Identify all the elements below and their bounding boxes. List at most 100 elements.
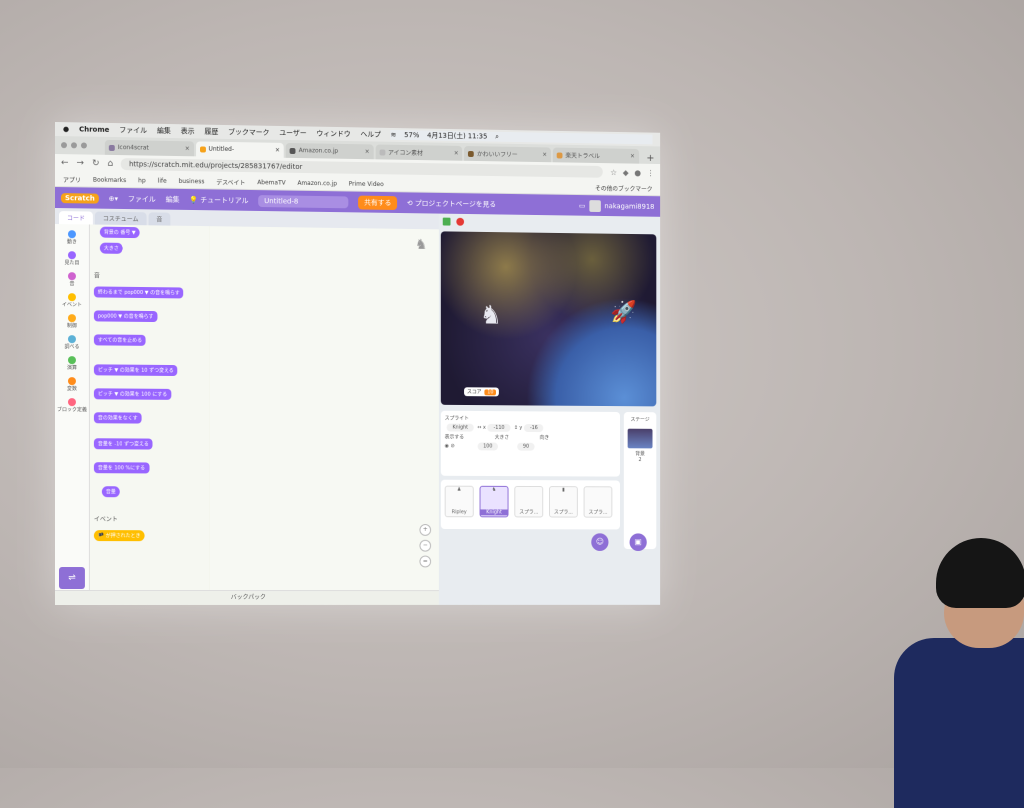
zoom-out-icon[interactable]: − bbox=[419, 540, 431, 552]
edit-menu[interactable]: 編集 bbox=[166, 195, 180, 205]
menu-item[interactable]: ウィンドウ bbox=[316, 129, 350, 139]
category-item[interactable]: イベント bbox=[55, 293, 89, 308]
browser-tab[interactable]: Icon4scrat × bbox=[105, 140, 194, 156]
sprite-tile-selected[interactable]: ♞ Knight bbox=[480, 486, 509, 518]
zoom-window-button[interactable] bbox=[81, 142, 87, 148]
profile-icon[interactable]: ● bbox=[634, 168, 641, 177]
green-flag-icon[interactable] bbox=[443, 218, 451, 226]
category-item[interactable]: 制御 bbox=[55, 314, 89, 329]
bookmark-item[interactable]: hp bbox=[138, 177, 146, 184]
tab-costumes[interactable]: コスチューム bbox=[95, 212, 147, 226]
palette-block[interactable]: 大きさ bbox=[100, 243, 123, 254]
browser-tab-active[interactable]: Untitled- × bbox=[196, 141, 284, 157]
backpack[interactable]: バックパック bbox=[55, 590, 439, 605]
x-input[interactable]: -110 bbox=[488, 424, 511, 432]
palette-block[interactable]: 音量 bbox=[102, 486, 120, 497]
star-icon[interactable]: ☆ bbox=[610, 168, 617, 177]
sprite-tile[interactable]: スプラ... bbox=[584, 486, 613, 517]
category-item[interactable]: ブロック定義 bbox=[55, 398, 89, 413]
user-menu[interactable]: ▭ nakagami8918 bbox=[579, 200, 655, 213]
my-stuff-icon[interactable]: ▭ bbox=[579, 202, 585, 210]
category-item[interactable]: 変数 bbox=[55, 377, 89, 392]
close-tab-icon[interactable]: × bbox=[365, 148, 370, 155]
scratch-logo[interactable]: Scratch bbox=[61, 193, 99, 204]
category-item[interactable]: 見た目 bbox=[55, 251, 89, 266]
bookmark-item[interactable]: life bbox=[158, 177, 167, 184]
see-project-page-button[interactable]: ⟲ プロジェクトページを見る bbox=[407, 198, 496, 209]
bookmark-item[interactable]: Bookmarks bbox=[93, 176, 126, 184]
zoom-reset-icon[interactable]: = bbox=[419, 556, 431, 568]
tab-code[interactable]: コード bbox=[59, 211, 93, 224]
search-icon[interactable]: ⌕ bbox=[495, 132, 499, 141]
close-tab-icon[interactable]: × bbox=[542, 151, 547, 158]
extension-icon[interactable]: ◆ bbox=[623, 168, 629, 177]
category-item[interactable]: 演算 bbox=[55, 356, 89, 371]
sprite-name-input[interactable]: Knight bbox=[447, 424, 474, 432]
bookmark-item[interactable]: business bbox=[179, 177, 205, 184]
category-item[interactable]: 動き bbox=[55, 230, 89, 245]
close-tab-icon[interactable]: × bbox=[185, 145, 190, 152]
category-item[interactable]: 調べる bbox=[55, 335, 89, 350]
menu-item[interactable]: ヘルプ bbox=[360, 129, 380, 139]
browser-tab[interactable]: Amazon.co.jp × bbox=[286, 143, 374, 159]
sprite-tile[interactable]: ♟ Ripley bbox=[445, 486, 474, 518]
share-button[interactable]: 共有する bbox=[358, 196, 397, 210]
minimize-window-button[interactable] bbox=[71, 142, 77, 148]
bookmark-item[interactable]: デスベイト bbox=[216, 177, 245, 186]
stage-pane[interactable]: ステージ 背景 2 bbox=[624, 412, 656, 549]
other-bookmarks[interactable]: その他のブックマーク bbox=[595, 183, 652, 193]
stop-icon[interactable] bbox=[456, 218, 464, 226]
forward-icon[interactable]: → bbox=[77, 158, 85, 168]
palette-block[interactable]: 音量を -10 ずつ変える bbox=[94, 438, 153, 449]
code-workspace[interactable]: ♞ + − = bbox=[210, 226, 439, 591]
file-menu[interactable]: ファイル bbox=[128, 194, 156, 204]
palette-block[interactable]: すべての音を止める bbox=[94, 334, 146, 345]
browser-tab[interactable]: 楽天トラベル × bbox=[553, 148, 639, 164]
close-tab-icon[interactable]: × bbox=[275, 147, 280, 154]
browser-tab[interactable]: アイコン素材 × bbox=[375, 144, 462, 160]
globe-icon[interactable]: ⊕▾ bbox=[109, 195, 118, 203]
show-sprite-icon[interactable]: ◉ ⊘ bbox=[445, 443, 455, 449]
stage-canvas[interactable]: ♞ 🚀 スコア 10 bbox=[441, 231, 656, 406]
palette-block[interactable]: ピッチ ▼ の効果を 100 にする bbox=[94, 388, 171, 400]
y-input[interactable]: -16 bbox=[524, 424, 543, 432]
back-icon[interactable]: ← bbox=[61, 158, 69, 168]
menu-dots-icon[interactable]: ⋮ bbox=[647, 168, 655, 177]
palette-block[interactable]: ピッチ ▼ の効果を 10 ずつ変える bbox=[94, 364, 178, 376]
project-title-input[interactable]: Untitled-8 bbox=[258, 195, 348, 208]
size-input[interactable]: 100 bbox=[477, 442, 498, 450]
palette-block[interactable]: 終わるまで pop000 ▼ の音を鳴らす bbox=[94, 286, 184, 298]
palette-block[interactable]: 音の効果をなくす bbox=[94, 412, 142, 423]
menu-item[interactable]: 編集 bbox=[157, 126, 171, 136]
close-tab-icon[interactable]: × bbox=[630, 153, 635, 160]
choose-backdrop-icon[interactable]: ▣ bbox=[630, 533, 647, 551]
tutorial-button[interactable]: 💡 チュートリアル bbox=[189, 195, 248, 206]
browser-tab[interactable]: かわいいフリー × bbox=[464, 146, 550, 162]
add-extension-button[interactable]: ⇌ bbox=[59, 567, 85, 589]
menu-item[interactable]: ブックマーク bbox=[228, 127, 269, 138]
close-window-button[interactable] bbox=[61, 142, 67, 148]
direction-input[interactable]: 90 bbox=[517, 443, 535, 451]
close-tab-icon[interactable]: × bbox=[454, 150, 459, 157]
menu-item[interactable]: ファイル bbox=[119, 125, 147, 135]
tab-sounds[interactable]: 音 bbox=[148, 212, 170, 225]
apple-icon[interactable]: ● bbox=[63, 125, 69, 133]
zoom-in-icon[interactable]: + bbox=[419, 524, 431, 536]
bookmark-item[interactable]: Amazon.co.jp bbox=[297, 179, 337, 187]
wifi-icon[interactable]: ≋ bbox=[391, 131, 397, 139]
datetime[interactable]: 4月13日(土) 11:35 bbox=[427, 131, 487, 142]
reload-icon[interactable]: ↻ bbox=[92, 159, 100, 169]
palette-block[interactable]: pop000 ▼ の音を鳴らす bbox=[94, 310, 157, 322]
palette-block[interactable]: 🏴 が押されたとき bbox=[94, 530, 145, 541]
bookmark-item[interactable]: アプリ bbox=[63, 175, 81, 184]
bookmark-item[interactable]: AbemaTV bbox=[257, 179, 285, 186]
menu-item[interactable]: 履歴 bbox=[204, 127, 218, 137]
palette-block[interactable]: 音量を 100 %にする bbox=[94, 462, 149, 473]
bookmark-item[interactable]: Prime Video bbox=[349, 180, 384, 187]
app-name[interactable]: Chrome bbox=[79, 125, 109, 134]
category-item[interactable]: 音 bbox=[55, 272, 89, 287]
new-tab-button[interactable]: + bbox=[641, 153, 660, 164]
menu-item[interactable]: ユーザー bbox=[279, 128, 306, 138]
palette-block[interactable]: 背景の 番号 ▼ bbox=[100, 227, 140, 239]
sprite-tile[interactable]: ▮ スプラ... bbox=[549, 486, 578, 517]
